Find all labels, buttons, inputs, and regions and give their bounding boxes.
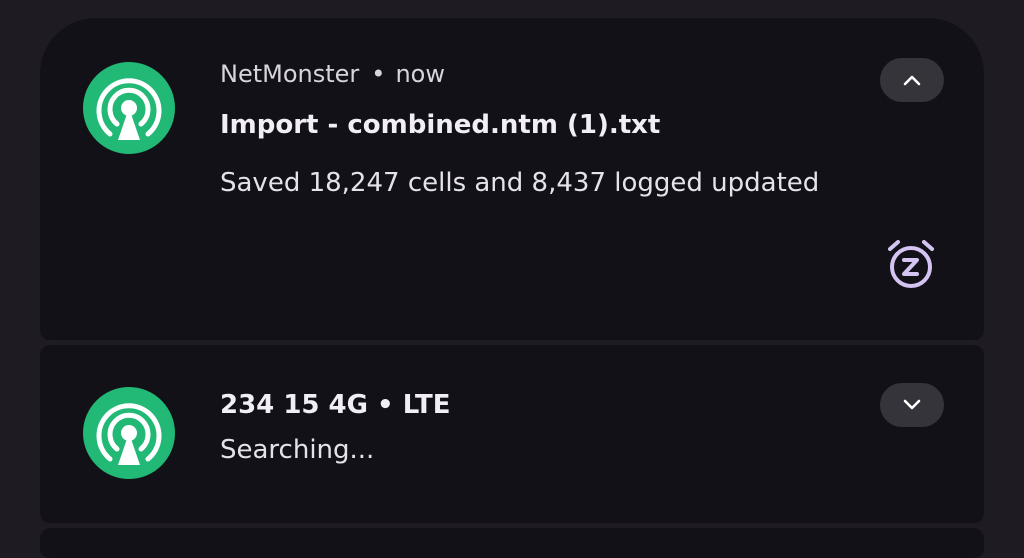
notification-card-network[interactable]: 234 15 4G • LTE Searching... bbox=[40, 345, 984, 523]
separator-dot: • bbox=[371, 60, 386, 88]
notification-body: Saved 18,247 cells and 8,437 logged upda… bbox=[220, 168, 820, 198]
notification-card-partial[interactable] bbox=[40, 528, 984, 558]
notification-header: NetMonster • now bbox=[220, 60, 445, 88]
netmonster-app-icon bbox=[83, 62, 175, 154]
snooze-alarm-icon bbox=[888, 240, 934, 288]
netmonster-app-icon bbox=[83, 387, 175, 479]
expand-button[interactable] bbox=[880, 383, 944, 427]
notification-title: 234 15 4G • LTE bbox=[220, 390, 451, 420]
collapse-button[interactable] bbox=[880, 58, 944, 102]
notification-card-import[interactable]: NetMonster • now Import - combined.ntm (1)… bbox=[40, 18, 984, 340]
chevron-down-icon bbox=[903, 399, 921, 410]
chevron-up-icon bbox=[903, 75, 921, 86]
notification-title: Import - combined.ntm (1).txt bbox=[220, 110, 661, 140]
notification-body: Searching... bbox=[220, 435, 375, 465]
app-name: NetMonster bbox=[220, 60, 360, 88]
snooze-button[interactable] bbox=[883, 236, 939, 292]
timestamp: now bbox=[395, 60, 445, 88]
